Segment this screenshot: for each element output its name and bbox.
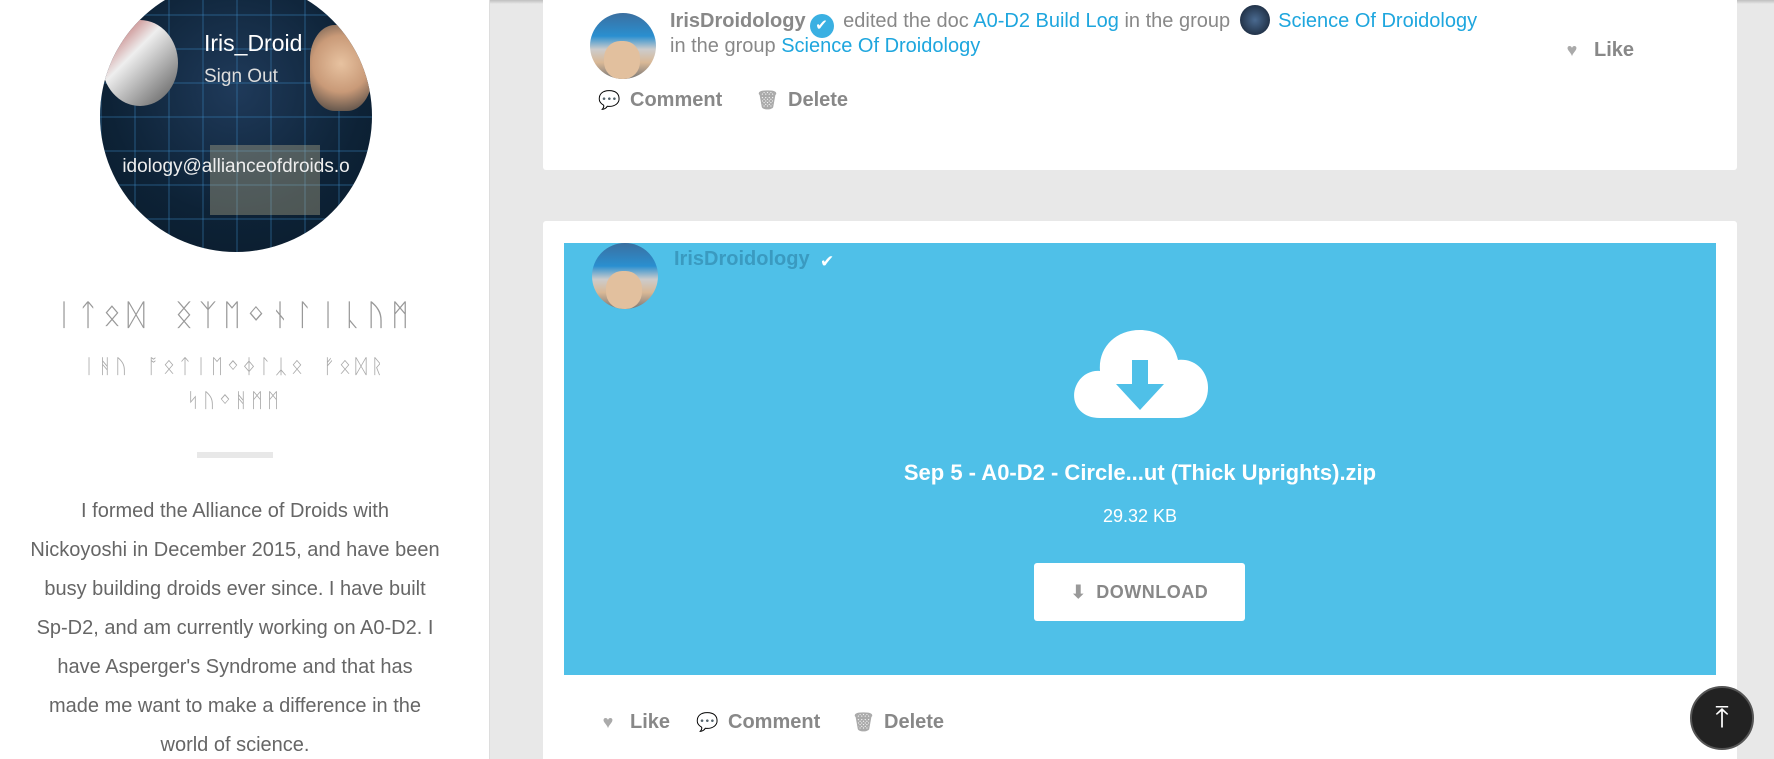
speech-bubble-icon: 💬 <box>598 90 621 110</box>
post1-verb: edited the doc <box>843 10 969 32</box>
post2-delete-label: Delete <box>884 711 945 733</box>
post1-username[interactable]: IrisDroidology <box>670 10 806 32</box>
post1-like-label: Like <box>1594 39 1635 61</box>
cover-user-photo <box>310 25 372 111</box>
group-avatar-icon[interactable] <box>1240 5 1271 35</box>
speech-bubble-icon: 💬 <box>696 712 719 732</box>
arrow-up-icon: ⤒ <box>1715 701 1729 734</box>
post2-user-avatar[interactable] <box>592 243 658 309</box>
post2-like-button[interactable]: ♥ Like <box>598 711 670 734</box>
profile-email: idology@allianceofdroids.o <box>122 156 350 177</box>
sidebar-divider <box>197 452 273 458</box>
post1-user-avatar[interactable] <box>590 13 656 79</box>
verified-check-icon: ✔ <box>820 252 835 271</box>
post1-like-button[interactable]: ♥ Like <box>1562 39 1634 62</box>
profile-username[interactable]: Iris_Droid <box>104 30 302 57</box>
post2-delete-button[interactable]: 🗑 Delete <box>852 711 944 734</box>
trash-icon: 🗑 <box>756 90 779 110</box>
post2-comment-button[interactable]: 💬 Comment <box>696 711 820 734</box>
download-button[interactable]: ⬇ DOWNLOAD <box>1034 563 1245 621</box>
trash-icon: 🗑 <box>852 712 875 732</box>
post1-comment-label: Comment <box>630 89 723 111</box>
profile-sidebar: Iris_Droid Sign Out idology@allianceofdr… <box>0 0 490 759</box>
download-icon: ⬇ <box>1070 582 1087 602</box>
post1-group-link-2[interactable]: Science Of Droidology <box>781 35 980 57</box>
download-label: DOWNLOAD <box>1096 582 1209 602</box>
avatar-face <box>604 41 640 79</box>
cloud-download-icon <box>1074 330 1208 418</box>
profile-aurebesh-subtitle-line2: ᛋᚢᛜᚻᛗᛗ <box>187 388 283 412</box>
heart-icon: ♥ <box>1566 40 1578 60</box>
post1-in-group-text: in the group <box>1124 10 1231 32</box>
post2-username[interactable]: IrisDroidology <box>674 248 810 271</box>
avatar-face <box>606 271 642 309</box>
profile-bio: I formed the Alliance of Droids with Nic… <box>30 500 440 756</box>
post1-in-group-text-2: in the group <box>670 35 776 57</box>
scroll-to-top-button[interactable]: ⤒ <box>1690 686 1754 750</box>
profile-aurebesh-subtitle-line1: ᛁᚻᚢ ᚩᛟᛏᛁᛖᛜᛄᛚᛣᛟ ᚠᛟᛞᚱ <box>82 354 388 378</box>
post2-like-label: Like <box>630 711 671 733</box>
post1-comment-button[interactable]: 💬 Comment <box>598 89 722 112</box>
post2-comment-label: Comment <box>728 711 821 733</box>
file-size: 29.32 KB <box>1102 506 1178 526</box>
post1-delete-label: Delete <box>788 89 849 111</box>
post1-delete-button[interactable]: 🗑 Delete <box>756 89 848 112</box>
post1-activity-line2: in the group Science Of Droidology <box>670 33 980 60</box>
post1-doc-link[interactable]: A0-D2 Build Log <box>973 10 1119 32</box>
post1-group-link[interactable]: Science Of Droidology <box>1278 10 1477 32</box>
heart-icon: ♥ <box>602 712 614 732</box>
sign-out-link[interactable]: Sign Out <box>204 66 278 88</box>
profile-aurebesh-title: ᛁᛏᛟᛞ ᛝᛉᛖᛜᚾᛚᛁᚳᚢᛗ <box>54 298 416 333</box>
file-name[interactable]: Sep 5 - A0-D2 - Circle...ut (Thick Uprig… <box>564 460 1716 486</box>
